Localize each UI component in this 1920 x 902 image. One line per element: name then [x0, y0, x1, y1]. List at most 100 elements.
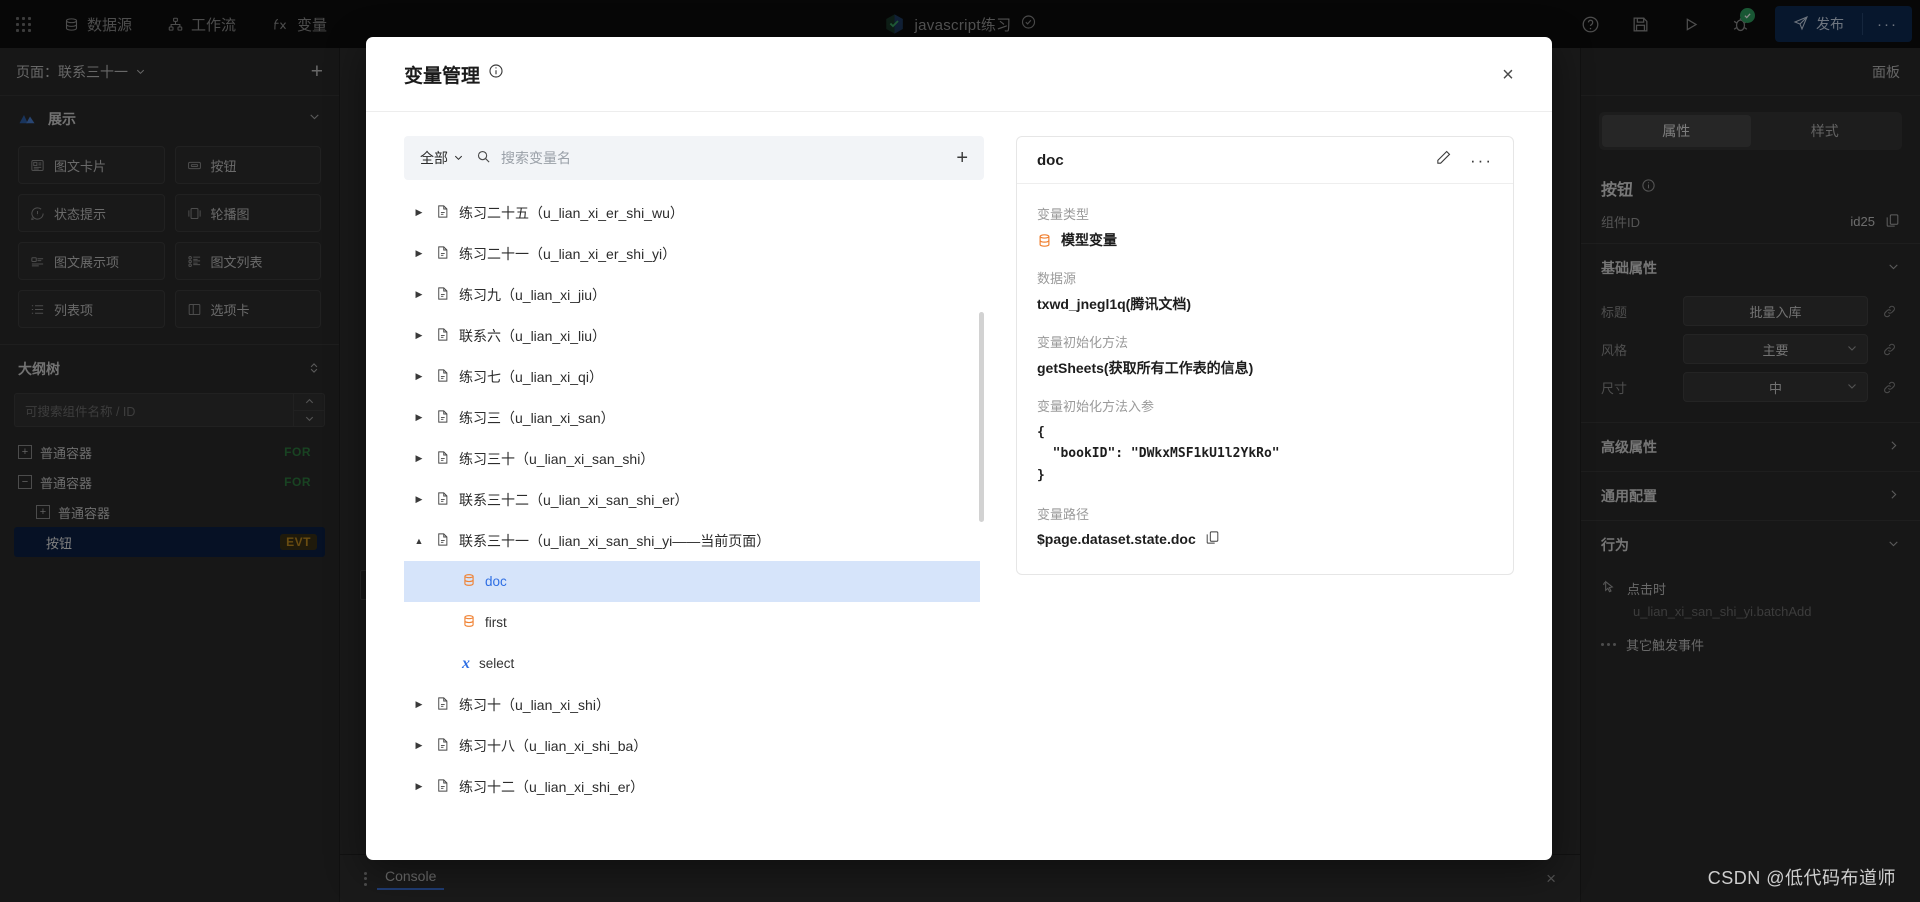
expand-caret-icon[interactable]: ▶	[412, 371, 426, 382]
info-icon[interactable]	[488, 63, 504, 85]
list-item-variable-select[interactable]: x select	[404, 643, 980, 684]
list-item[interactable]: ▶ 练习二十五（u_lian_xi_er_shi_wu）	[404, 192, 980, 233]
list-item-label: 练习三（u_lian_xi_san）	[459, 409, 615, 426]
scope-filter-dropdown[interactable]: 全部	[420, 148, 464, 168]
modal-title-group: 变量管理	[404, 61, 504, 88]
variable-detail-body: 变量类型 模型变量 数据源 txwd_jnegl1q(腾讯文档) 变量初始化方法…	[1017, 184, 1513, 574]
detail-variable-type-label: 变量类型	[1037, 207, 1090, 222]
expand-caret-icon[interactable]: ▶	[412, 494, 426, 505]
expression-variable-icon: x	[462, 654, 470, 672]
variable-management-modal: 变量管理 × 全部 搜索变量名 + ▶ 练习二十五（u_lian_xi_er_s…	[366, 37, 1552, 860]
variable-detail-name: doc	[1037, 151, 1064, 169]
expand-caret-icon[interactable]: ▶	[412, 740, 426, 751]
list-scrollbar[interactable]	[979, 312, 984, 522]
detail-datasource-label: 数据源	[1037, 271, 1077, 286]
pencil-icon[interactable]	[1435, 149, 1452, 171]
list-item[interactable]: ▶ 练习七（u_lian_xi_qi）	[404, 356, 980, 397]
ellipsis-icon[interactable]: ···	[1470, 152, 1493, 169]
list-item[interactable]: ▶ 练习二十一（u_lian_xi_er_shi_yi）	[404, 233, 980, 274]
page-file-icon	[435, 450, 450, 468]
variable-list-pane: 全部 搜索变量名 + ▶ 练习二十五（u_lian_xi_er_shi_wu）	[404, 136, 984, 826]
variable-search-placeholder: 搜索变量名	[501, 150, 571, 166]
detail-init-params: 变量初始化方法入参 { "bookID": "DWkxMSF1kU1l2YkRo…	[1037, 396, 1493, 486]
modal-header: 变量管理 ×	[366, 37, 1552, 112]
expand-caret-icon[interactable]: ▶	[412, 699, 426, 710]
list-item-label: 练习十八（u_lian_xi_shi_ba）	[459, 737, 648, 754]
detail-variable-type: 变量类型 模型变量	[1037, 204, 1493, 250]
list-item[interactable]: ▶ 练习十二（u_lian_xi_shi_er）	[404, 766, 980, 807]
expand-caret-icon[interactable]: ▶	[412, 248, 426, 259]
list-item[interactable]: ▶ 练习十八（u_lian_xi_shi_ba）	[404, 725, 980, 766]
detail-datasource-value: txwd_jnegl1q(腾讯文档)	[1037, 296, 1192, 312]
detail-variable-type-value: 模型变量	[1061, 232, 1117, 248]
chevron-down-icon	[453, 150, 464, 166]
list-item[interactable]: ▶ 练习三十（u_lian_xi_san_shi）	[404, 438, 980, 479]
expand-caret-icon[interactable]: ▶	[412, 412, 426, 423]
list-item[interactable]: ▶ 联系六（u_lian_xi_liu）	[404, 315, 980, 356]
detail-variable-path-value-group: $page.dataset.state.doc	[1037, 530, 1493, 548]
list-item-current-page[interactable]: ▲ 联系三十一（u_lian_xi_san_shi_yi——当前页面）	[404, 520, 980, 561]
list-item-label: select	[479, 656, 515, 671]
expand-caret-icon[interactable]: ▶	[412, 207, 426, 218]
list-item-label: 练习二十一（u_lian_xi_er_shi_yi）	[459, 245, 677, 262]
detail-variable-path-value: $page.dataset.state.doc	[1037, 531, 1196, 548]
list-item[interactable]: ▶ 练习九（u_lian_xi_jiu）	[404, 274, 980, 315]
detail-init-params-value: { "bookID": "DWkxMSF1kU1l2YkRo" }	[1037, 425, 1280, 483]
page-file-icon	[435, 491, 450, 509]
page-file-icon	[435, 778, 450, 796]
page-file-icon	[435, 696, 450, 714]
list-item[interactable]: ▶ 联系三十二（u_lian_xi_san_shi_er）	[404, 479, 980, 520]
detail-datasource: 数据源 txwd_jnegl1q(腾讯文档)	[1037, 268, 1493, 314]
modal-title: 变量管理	[404, 65, 481, 87]
list-item-label: 练习三十（u_lian_xi_san_shi）	[459, 450, 655, 467]
list-item-label: 练习十二（u_lian_xi_shi_er）	[459, 778, 645, 795]
page-file-icon	[435, 204, 450, 222]
page-file-icon	[435, 737, 450, 755]
variable-filter-bar: 全部 搜索变量名 +	[404, 136, 984, 180]
watermark: CSDN @低代码布道师	[1707, 868, 1896, 888]
model-icon	[1037, 233, 1052, 248]
list-item-label: 联系六（u_lian_xi_liu）	[459, 327, 607, 344]
list-item-label: 练习二十五（u_lian_xi_er_shi_wu）	[459, 204, 684, 221]
list-item-label: 练习九（u_lian_xi_jiu）	[459, 286, 607, 303]
variable-search-input[interactable]: 搜索变量名	[476, 148, 944, 168]
page-file-icon	[435, 368, 450, 386]
list-item-label: 练习十（u_lian_xi_shi）	[459, 696, 610, 713]
list-item[interactable]: ▶ 练习三（u_lian_xi_san）	[404, 397, 980, 438]
search-icon	[476, 149, 491, 167]
expand-caret-icon[interactable]: ▶	[412, 330, 426, 341]
page-file-icon	[435, 532, 450, 550]
list-item-label: 练习七（u_lian_xi_qi）	[459, 368, 603, 385]
list-item-variable-doc[interactable]: doc	[404, 561, 980, 602]
variable-detail-pane: doc ··· 变量类型 模型变量 数据源 txwd_jnegl1q(腾讯文档)…	[1016, 136, 1514, 576]
detail-init-params-label: 变量初始化方法入参	[1037, 399, 1155, 414]
page-file-icon	[435, 327, 450, 345]
detail-variable-type-value-group: 模型变量	[1037, 230, 1493, 250]
list-item-label: doc	[485, 574, 507, 589]
variable-list[interactable]: ▶ 练习二十五（u_lian_xi_er_shi_wu） ▶ 练习二十一（u_l…	[404, 192, 984, 826]
add-variable-button[interactable]: +	[956, 148, 968, 168]
variable-detail-actions: ···	[1435, 149, 1493, 171]
list-item-label: 联系三十二（u_lian_xi_san_shi_er）	[459, 491, 689, 508]
model-variable-icon	[462, 614, 476, 631]
expand-caret-icon[interactable]: ▶	[412, 781, 426, 792]
detail-variable-path-label: 变量路径	[1037, 507, 1090, 523]
modal-close-button[interactable]: ×	[1494, 61, 1522, 89]
collapse-caret-icon[interactable]: ▲	[412, 536, 426, 546]
detail-init-method: 变量初始化方法 getSheets(获取所有工作表的信息)	[1037, 332, 1493, 378]
modal-body: 全部 搜索变量名 + ▶ 练习二十五（u_lian_xi_er_shi_wu）	[366, 112, 1552, 860]
list-item-label: first	[485, 615, 507, 630]
model-variable-icon	[462, 573, 476, 590]
page-file-icon	[435, 409, 450, 427]
scope-filter-label: 全部	[420, 150, 448, 166]
list-item-variable-first[interactable]: first	[404, 602, 980, 643]
detail-variable-path: 变量路径 $page.dataset.state.doc	[1037, 504, 1493, 548]
detail-init-method-value: getSheets(获取所有工作表的信息)	[1037, 360, 1254, 376]
expand-caret-icon[interactable]: ▶	[412, 453, 426, 464]
variable-detail-header: doc ···	[1017, 137, 1513, 184]
expand-caret-icon[interactable]: ▶	[412, 289, 426, 300]
list-item[interactable]: ▶ 练习十（u_lian_xi_shi）	[404, 684, 980, 725]
detail-init-method-label: 变量初始化方法	[1037, 335, 1129, 350]
copy-icon[interactable]	[1205, 530, 1220, 548]
page-file-icon	[435, 286, 450, 304]
